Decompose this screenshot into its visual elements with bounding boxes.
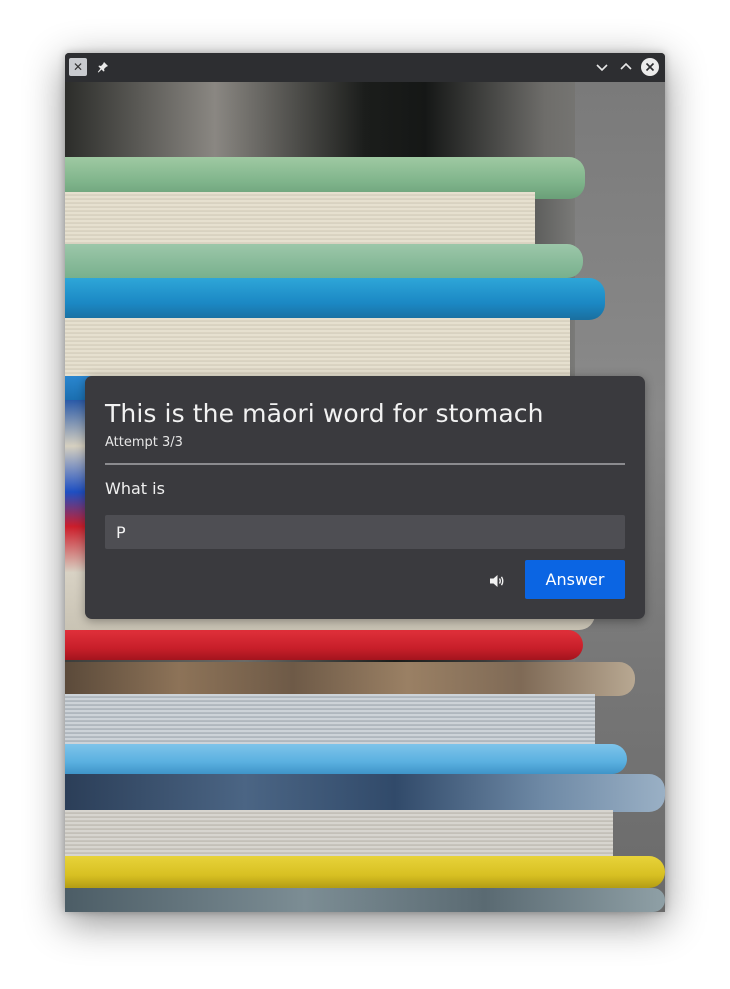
close-icon xyxy=(641,58,659,76)
divider xyxy=(105,463,625,465)
book-pages-3 xyxy=(65,694,595,746)
speaker-icon[interactable] xyxy=(486,571,510,591)
dialog-title: This is the māori word for stomach xyxy=(105,399,544,428)
book-pages-4 xyxy=(65,810,613,858)
answer-input[interactable] xyxy=(105,515,625,549)
book-red-cover xyxy=(65,630,583,660)
close-button[interactable] xyxy=(641,58,659,76)
title-bar[interactable]: ✕ xyxy=(65,53,665,83)
book-lightblue-cover xyxy=(65,744,627,774)
book-brown-cover xyxy=(65,662,635,696)
chevron-down-icon[interactable] xyxy=(593,58,611,76)
book-pages xyxy=(65,192,535,244)
chevron-up-icon[interactable] xyxy=(617,58,635,76)
book-pages-2 xyxy=(65,318,570,378)
book-yellow-cover xyxy=(65,856,665,888)
question-label: What is xyxy=(105,479,165,498)
book-grey-cover xyxy=(65,888,665,912)
book-blue-cover xyxy=(65,278,605,320)
flashcard-dialog: This is the māori word for stomach Attem… xyxy=(85,376,645,619)
pin-icon[interactable] xyxy=(94,58,112,76)
app-icon[interactable]: ✕ xyxy=(69,58,87,76)
book-green-cover-2 xyxy=(65,244,583,278)
book-navy-cover xyxy=(65,774,665,812)
attempt-counter: Attempt 3/3 xyxy=(105,435,183,450)
answer-button[interactable]: Answer xyxy=(525,560,625,599)
